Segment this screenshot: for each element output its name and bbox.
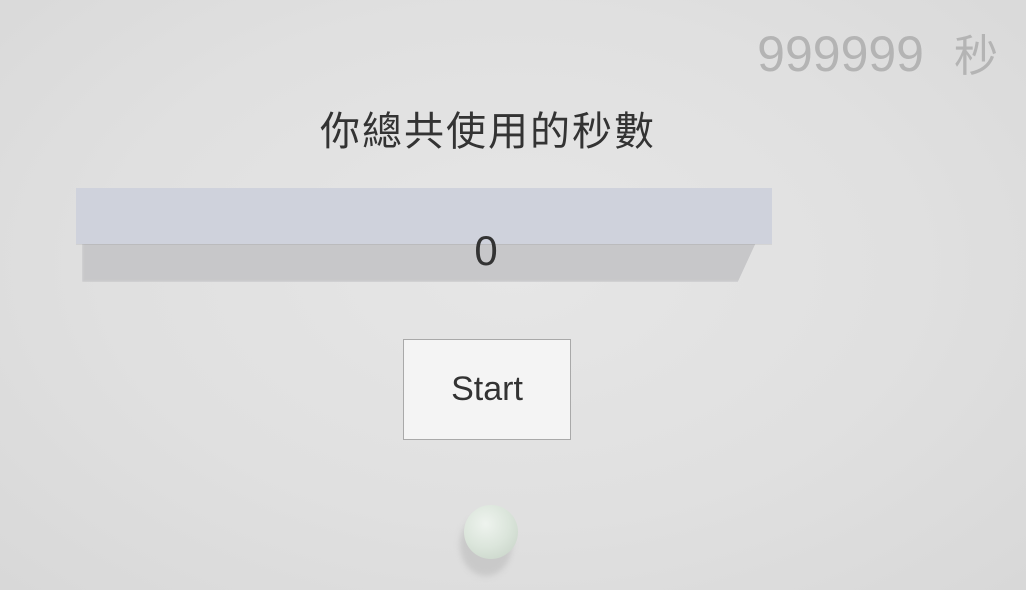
timer-display: 999999 秒 xyxy=(757,26,998,85)
start-button[interactable]: Start xyxy=(403,339,571,440)
page-title: 你總共使用的秒數 xyxy=(320,109,656,155)
timer-unit: 秒 xyxy=(954,31,998,82)
score-value: 0 xyxy=(474,227,498,274)
timer-value: 999999 xyxy=(757,26,924,82)
ball-sprite xyxy=(464,505,518,559)
